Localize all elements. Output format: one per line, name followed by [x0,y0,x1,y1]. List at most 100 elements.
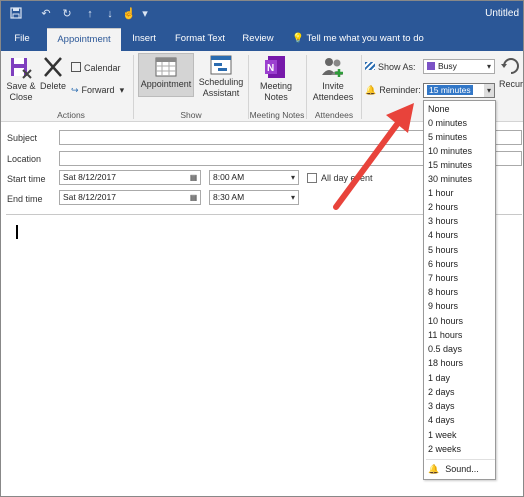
reminder-option[interactable]: 4 days [428,413,495,427]
reminder-option[interactable]: None [428,102,495,116]
reminder-option[interactable]: 1 hour [428,186,495,200]
save-close-label: Save & Close [6,81,36,102]
save-close-icon [11,58,32,79]
reminder-option[interactable]: 7 hours [428,271,495,285]
reminder-option[interactable]: 18 hours [428,356,495,370]
save-icon[interactable] [9,7,23,21]
scheduling-assistant-button[interactable]: Scheduling Assistant [197,55,245,99]
start-time-value: 8:00 AM [213,172,245,182]
group-divider [361,55,362,119]
tab-insert[interactable]: Insert [127,28,161,51]
end-date-value: Sat 8/12/2017 [63,192,116,202]
meeting-notes-button[interactable]: N Meeting Notes [253,55,299,103]
forward-label: Forward [81,85,115,95]
start-time-label: Start time [7,174,46,184]
invite-attendees-button[interactable]: Invite Attendees [311,55,355,103]
sound-option[interactable]: 🔔 Sound... [428,462,495,476]
start-date-input[interactable]: Sat 8/12/2017 ▦ [59,170,201,185]
reminder-dropdown-list[interactable]: None 0 minutes 5 minutes 10 minutes 15 m… [423,100,496,480]
scheduling-label: Scheduling Assistant [198,77,244,98]
reminder-value: 15 minutes [427,85,473,95]
reminder-option[interactable]: 9 hours [428,299,495,313]
bell-icon: 🔔 [428,464,440,474]
reminder-option[interactable]: 10 hours [428,314,495,328]
chevron-down-icon: ▾ [290,193,295,202]
group-divider [133,55,134,119]
title-bar: ↶ ↻ ↑ ↓ ☝ ▾ Untitled [1,1,523,28]
reminder-option[interactable]: 4 hours [428,228,495,242]
reminder-option[interactable]: 2 hours [428,200,495,214]
all-day-checkbox[interactable] [307,173,317,183]
reminder-option-selected[interactable]: 15 minutes [428,158,495,172]
meeting-notes-group-label: Meeting Notes [249,110,305,120]
chevron-down-icon: ▾ [290,173,295,182]
end-time-select[interactable]: 8:30 AM ▾ [209,190,299,205]
reminder-select[interactable]: 15 minutes ▾ [423,83,495,98]
reminder-option[interactable]: 8 hours [428,285,495,299]
tab-format-text[interactable]: Format Text [169,28,231,51]
reminder-option[interactable]: 2 weeks [428,442,495,456]
reminder-label-wrap: 🔔 Reminder: [365,83,421,97]
meeting-notes-label: Meeting Notes [259,81,293,102]
end-date-input[interactable]: Sat 8/12/2017 ▦ [59,190,201,205]
tab-file[interactable]: File [9,28,35,51]
save-close-button[interactable]: Save & Close [4,55,38,103]
appointment-view-button[interactable]: Appointment [138,53,194,97]
dropdown-divider [426,459,495,460]
chevron-down-icon: ▾ [119,85,125,95]
reminder-option[interactable]: 5 hours [428,243,495,257]
invite-attendees-label: Invite Attendees [312,81,354,102]
touch-mode-icon[interactable]: ☝ [122,7,136,21]
location-label: Location [7,154,42,164]
undo-icon[interactable]: ↶ [39,7,53,21]
reminder-option[interactable]: 6 hours [428,257,495,271]
chevron-down-icon: ▾ [486,62,491,71]
delete-icon [44,57,62,77]
busy-color-swatch [427,62,435,70]
reminder-option[interactable]: 3 days [428,399,495,413]
reminder-option[interactable]: 0 minutes [428,116,495,130]
window-title: Untitled [485,8,519,19]
reminder-option[interactable]: 10 minutes [428,144,495,158]
down-arrow-icon[interactable]: ↓ [103,7,117,21]
forward-icon: ↪ [71,85,79,95]
reminder-option[interactable]: 1 day [428,371,495,385]
tab-appointment[interactable]: Appointment [47,28,121,51]
sound-label: Sound... [445,464,479,474]
svg-text:N: N [267,63,274,74]
appointment-icon [155,57,177,77]
reminder-option[interactable]: 30 minutes [428,172,495,186]
all-day-label: All day event [321,173,373,183]
show-as-value: Busy [438,61,457,71]
forward-button[interactable]: ↪ Forward ▾ [71,83,124,97]
show-as-select[interactable]: Busy ▾ [423,59,495,74]
end-time-label: End time [7,194,43,204]
show-group-label: Show [180,110,202,120]
reminder-option[interactable]: 11 hours [428,328,495,342]
start-time-select[interactable]: 8:00 AM ▾ [209,170,299,185]
calendar-icon [71,62,81,72]
chevron-down-icon: ▾ [484,84,494,97]
ribbon-tabs: File Appointment Insert Format Text Revi… [1,28,523,51]
lightbulb-icon: 💡 [292,33,305,44]
attendees-group-label: Attendees [314,110,354,120]
reminder-option[interactable]: 0.5 days [428,342,495,356]
reminder-option[interactable]: 3 hours [428,214,495,228]
recurrence-icon [501,58,519,74]
reminder-option[interactable]: 1 week [428,428,495,442]
tell-me-search[interactable]: 💡 Tell me what you want to do [288,28,428,51]
delete-button[interactable]: Delete [39,55,67,92]
show-as-label: Show As: [378,62,416,72]
calendar-picker-icon[interactable]: ▦ [188,172,199,183]
tab-review[interactable]: Review [238,28,278,51]
show-as-label-wrap: Show As: [365,60,416,74]
redo-icon[interactable]: ↻ [60,7,74,21]
customize-icon[interactable]: ▾ [138,7,152,21]
reminder-option[interactable]: 5 minutes [428,130,495,144]
calendar-picker-icon[interactable]: ▦ [188,192,199,203]
reminder-option[interactable]: 2 days [428,385,495,399]
recurrence-button[interactable]: Recurre [499,55,523,90]
calendar-button[interactable]: Calendar [71,61,121,75]
scheduling-icon [210,55,232,75]
up-arrow-icon[interactable]: ↑ [83,7,97,21]
